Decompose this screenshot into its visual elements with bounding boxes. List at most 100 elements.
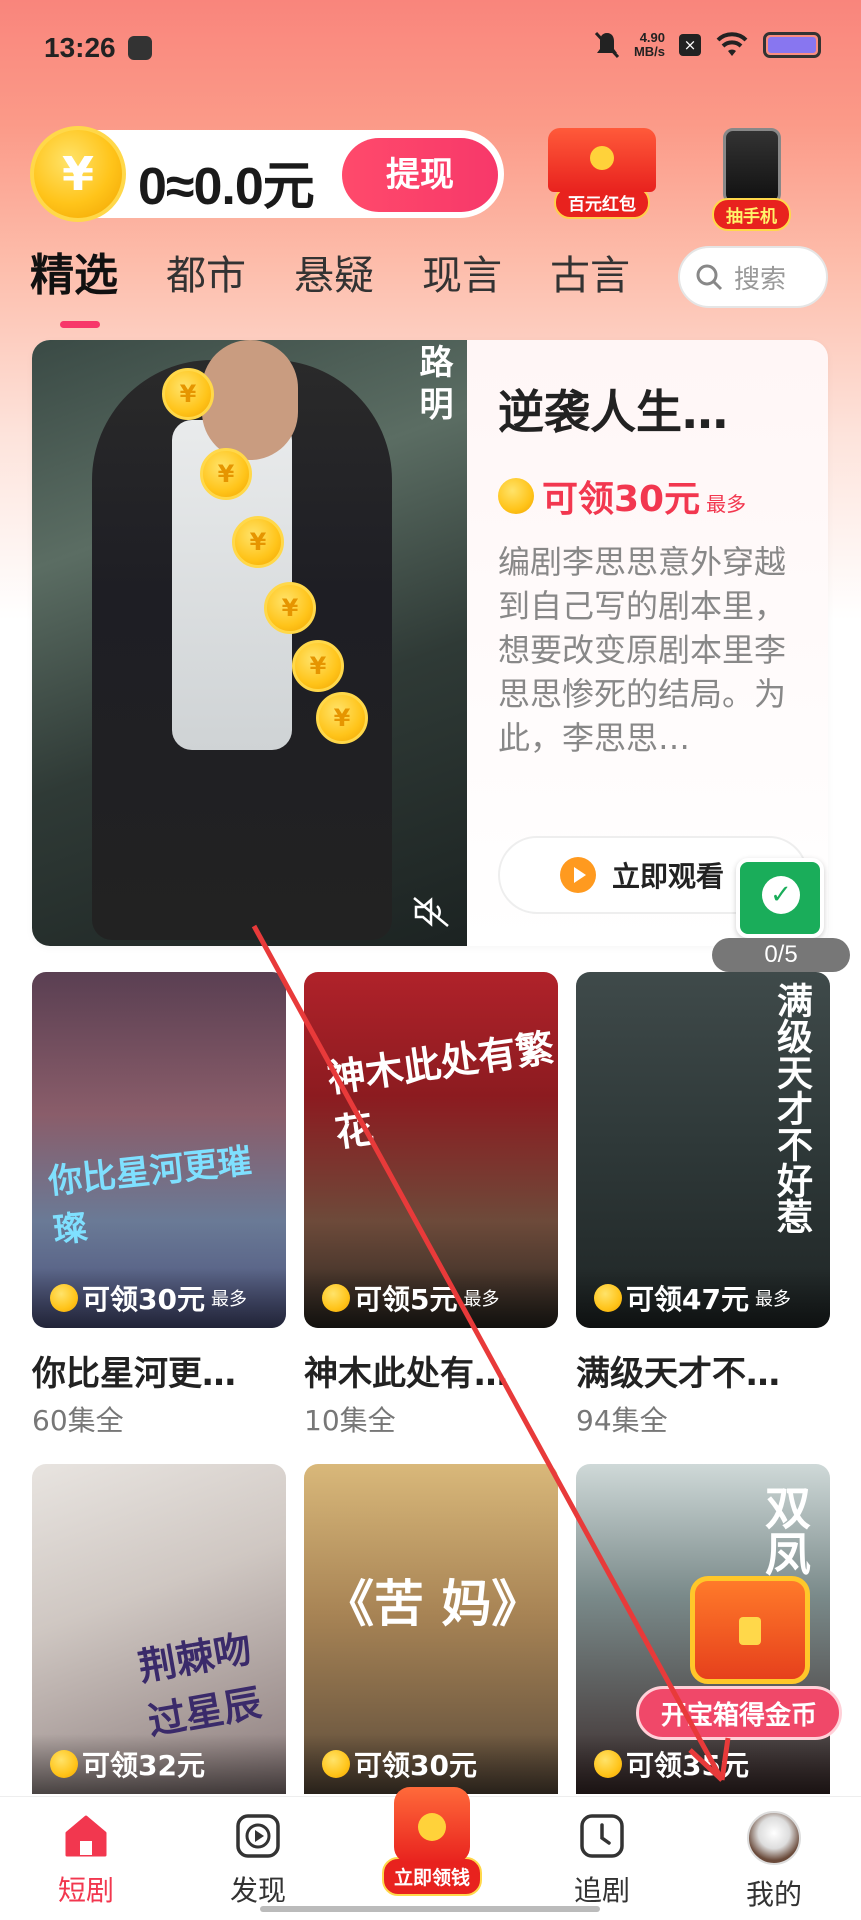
- nav-label: 短剧: [57, 1874, 114, 1907]
- tab-urban[interactable]: 都市: [166, 248, 246, 318]
- poster-title-art: 双凤: [758, 1484, 812, 1576]
- task-progress: 0/5: [712, 938, 850, 972]
- coin-icon: ¥: [292, 640, 344, 692]
- drama-poster[interactable]: 《苦 妈》 可领30元: [304, 1464, 558, 1794]
- featured-poster[interactable]: 路明 ¥ ¥ ¥ ¥ ¥ ¥: [32, 340, 467, 946]
- episode-count: 60集全: [32, 1404, 124, 1437]
- reward-amount: 可领30元: [354, 1749, 477, 1782]
- poster-title-art: 神木此处有繁花: [324, 1024, 557, 1156]
- search-placeholder: 搜索: [734, 264, 787, 295]
- bottom-navigation: 短剧 发现 立即领钱 追剧 我的: [0, 1787, 861, 1920]
- featured-description: 编剧李思思意外穿越到自己写的剧本里，想要改变原剧本里李思思惨死的结局。为此，李思…: [498, 543, 787, 757]
- wifi-icon: [716, 32, 748, 56]
- nav-discover[interactable]: 发现: [198, 1811, 318, 1909]
- withdraw-button[interactable]: 提现: [342, 138, 498, 212]
- reward-amount: 可领47元: [626, 1283, 749, 1316]
- red-packet-icon: [548, 128, 656, 192]
- drama-card[interactable]: 《苦 妈》 可领30元: [304, 1464, 558, 1794]
- coin-icon: [594, 1284, 622, 1312]
- coin-icon: [498, 478, 534, 514]
- reward-amount: 可领5元: [354, 1283, 458, 1316]
- poster-title-art: 你比星河更璀璨: [46, 1141, 254, 1252]
- status-icons: 4.90 MB/s ×: [594, 30, 821, 60]
- poster-vertical-title: 路明: [413, 344, 453, 428]
- nav-short-drama[interactable]: 短剧: [26, 1811, 146, 1909]
- tab-suspense[interactable]: 悬疑: [294, 248, 374, 318]
- poster-title-art: 荆棘吻过星辰: [134, 1625, 265, 1744]
- reward-strip: 可领5元 最多: [304, 1268, 558, 1328]
- drama-card[interactable]: 满级天才不好惹 可领47元 最多 满级天才不… 94集全: [576, 972, 830, 1439]
- nav-following[interactable]: 追剧: [542, 1811, 662, 1909]
- open-treasure-button[interactable]: 开宝箱得金币: [636, 1686, 842, 1740]
- drama-title[interactable]: 神木此处有…: [304, 1346, 558, 1395]
- home-indicator: [260, 1906, 600, 1912]
- coin-icon: ¥: [316, 692, 368, 744]
- search-input[interactable]: 搜索: [678, 246, 828, 308]
- reward-strip: 可领32元: [32, 1734, 286, 1794]
- drama-title[interactable]: 你比星河更…: [32, 1346, 286, 1395]
- coin-icon: [322, 1750, 350, 1778]
- reward-note: 最多: [463, 1289, 500, 1310]
- reward-note: 最多: [210, 1289, 247, 1310]
- mute-speaker-icon[interactable]: [412, 894, 452, 930]
- nav-profile[interactable]: 我的: [714, 1811, 834, 1913]
- mute-bell-icon: [594, 31, 620, 59]
- drama-card[interactable]: 你比星河更璀璨 可领30元 最多 你比星河更… 60集全: [32, 972, 286, 1439]
- drama-card[interactable]: 荆棘吻过星辰 可领32元: [32, 1464, 286, 1794]
- no-sim-icon: ×: [679, 34, 701, 56]
- home-icon: [65, 1815, 107, 1857]
- play-square-icon: [236, 1814, 280, 1858]
- nav-label: 追剧: [573, 1874, 630, 1907]
- reward-amount: 可领30元: [82, 1283, 205, 1316]
- promo-phone-lottery[interactable]: 抽手机: [712, 128, 791, 231]
- network-speed: 4.90 MB/s: [634, 31, 665, 59]
- reward-strip: 可领30元 最多: [32, 1268, 286, 1328]
- episode-count: 94集全: [576, 1404, 668, 1437]
- category-tabs: 精选 都市 悬疑 现言 古言: [30, 248, 678, 328]
- drama-poster[interactable]: 你比星河更璀璨 可领30元 最多: [32, 972, 286, 1328]
- drama-poster[interactable]: 神木此处有繁花 可领5元 最多: [304, 972, 558, 1328]
- coin-icon: ¥: [200, 448, 252, 500]
- reward-note: 最多: [754, 1289, 791, 1310]
- treasure-chest-icon[interactable]: [690, 1576, 810, 1684]
- poster-title-art: 《苦 妈》: [324, 1574, 542, 1633]
- promo-red-packet[interactable]: 百元红包: [548, 128, 656, 219]
- coin-icon: [594, 1750, 622, 1778]
- clock-icon: [580, 1814, 624, 1858]
- tab-featured[interactable]: 精选: [30, 248, 118, 328]
- floating-task-widget[interactable]: ✓: [736, 858, 824, 938]
- reward-strip: 可领30元: [304, 1734, 558, 1794]
- drama-title[interactable]: 满级天才不…: [576, 1346, 830, 1395]
- tab-label: 精选: [30, 250, 118, 301]
- drama-poster[interactable]: 荆棘吻过星辰 可领32元: [32, 1464, 286, 1794]
- nav-claim-money[interactable]: 立即领钱: [380, 1787, 484, 1896]
- coin-icon: [50, 1284, 78, 1312]
- status-time: 13:26: [44, 32, 116, 63]
- play-icon: [560, 857, 596, 893]
- episode-count: 10集全: [304, 1404, 396, 1437]
- coin-icon: ¥: [232, 516, 284, 568]
- tab-modern-romance[interactable]: 现言: [422, 248, 502, 318]
- coin-icon: ¥: [162, 368, 214, 420]
- featured-title[interactable]: 逆袭人生…: [498, 376, 728, 442]
- drama-poster[interactable]: 满级天才不好惹 可领47元 最多: [576, 972, 830, 1328]
- coin-icon: [322, 1284, 350, 1312]
- coin-balance: 0≈0.0元: [138, 158, 315, 216]
- poster-face: [202, 340, 298, 460]
- check-icon: ✓: [762, 876, 800, 914]
- battery-icon: [763, 32, 821, 58]
- drama-card[interactable]: 神木此处有繁花 可领5元 最多 神木此处有… 10集全: [304, 972, 558, 1439]
- reward-amount: 可领30元: [542, 479, 701, 520]
- nav-label: 我的: [745, 1878, 802, 1911]
- notification-app-icon: [128, 36, 152, 60]
- reward-amount: 可领35元: [626, 1749, 749, 1782]
- avatar: [747, 1811, 801, 1865]
- reward-strip: 可领47元 最多: [576, 1268, 830, 1328]
- tab-ancient-romance[interactable]: 古言: [550, 248, 630, 318]
- coin-icon: [50, 1750, 78, 1778]
- nav-label: 发现: [229, 1874, 286, 1907]
- reward-strip: 可领35元: [576, 1734, 830, 1794]
- featured-reward: 可领30元 最多: [498, 470, 746, 522]
- reward-note: 最多: [706, 492, 747, 516]
- featured-drama-card[interactable]: 路明 ¥ ¥ ¥ ¥ ¥ ¥ 逆袭人生… 可领30元 最多 编剧李思思意外穿越到…: [32, 340, 828, 946]
